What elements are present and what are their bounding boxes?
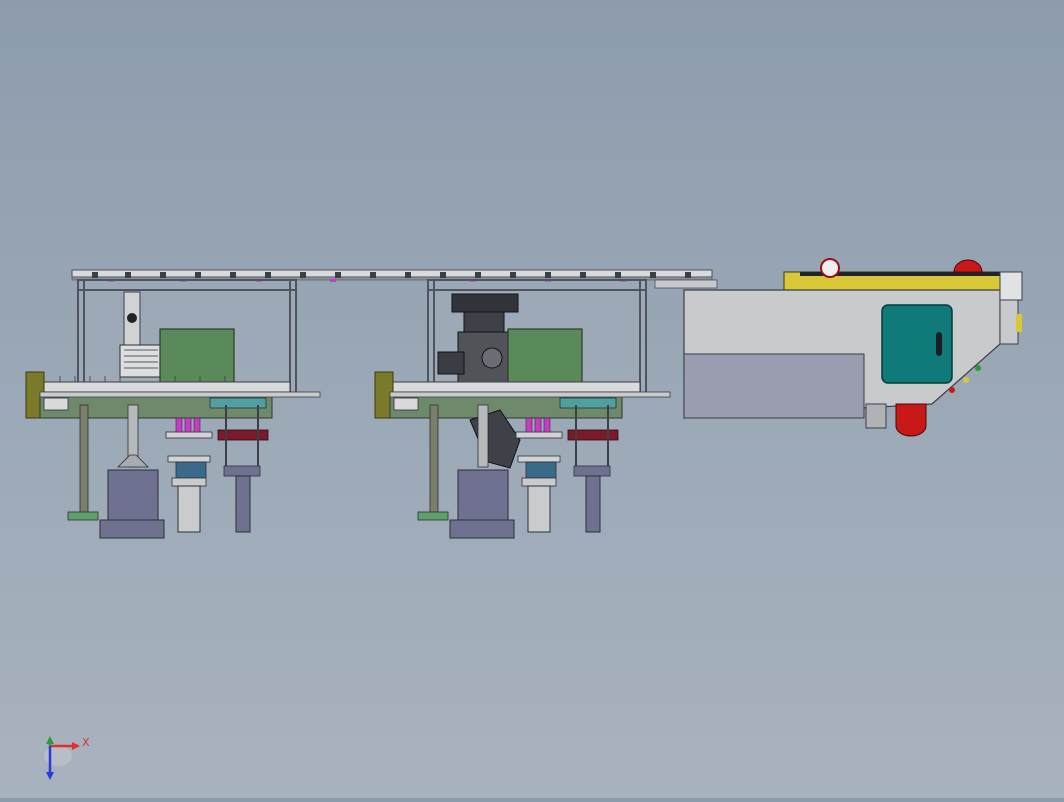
cad-viewport[interactable]: X — [0, 0, 1064, 798]
station-1-table — [39, 381, 291, 393]
door-handle-icon — [936, 332, 942, 356]
station-1-motor-block — [159, 328, 235, 386]
station-1-column — [107, 469, 159, 521]
beacon-bottom-icon — [895, 403, 927, 437]
station-2 — [374, 279, 671, 539]
coordinate-triad: X — [44, 736, 90, 780]
station-2-column — [457, 469, 509, 521]
station-2-leg — [429, 404, 439, 514]
station-1-clamp — [217, 405, 269, 533]
station-2-clamp — [567, 405, 619, 533]
station-2-table — [389, 381, 641, 393]
estop-button-icon — [820, 258, 840, 278]
station-1-fixture — [165, 417, 213, 533]
x-axis-label: X — [82, 736, 90, 749]
assembly-drawing: X — [25, 258, 1023, 780]
station-1-sensor-icon — [127, 313, 137, 323]
control-cabinet — [683, 258, 1023, 437]
cabinet-lower-panel — [683, 353, 865, 419]
station-2-fixture — [515, 417, 563, 533]
station-2-robot-arm — [469, 409, 521, 469]
station-1 — [25, 279, 321, 539]
beacon-top-icon — [953, 259, 983, 273]
station-1-leg — [79, 404, 89, 514]
station-2-motor-block — [507, 328, 583, 386]
